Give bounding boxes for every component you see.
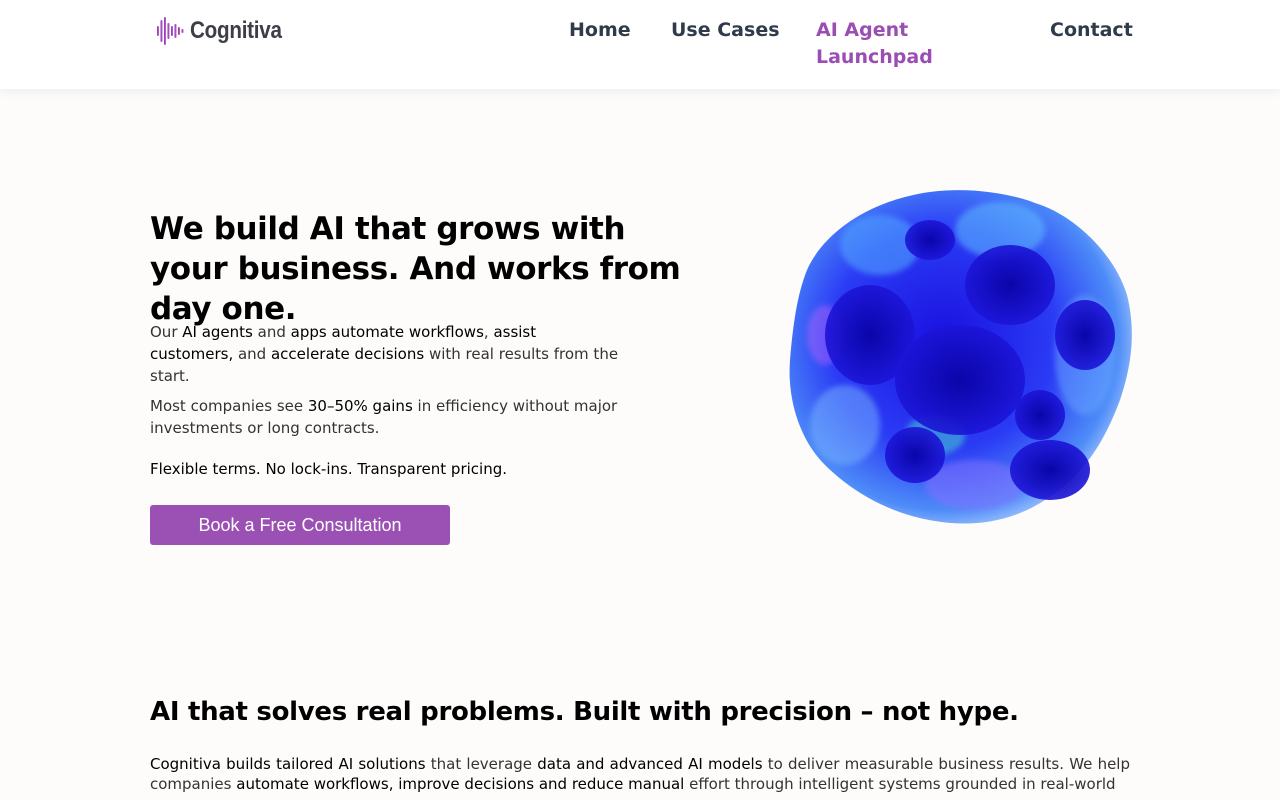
brand-name: Cognitiva: [190, 17, 282, 44]
text-fragment: Most companies see: [150, 397, 308, 415]
abstract-blue-blob-image: [789, 190, 1132, 524]
nav-contact[interactable]: Contact: [1050, 17, 1133, 44]
hero-terms-text: Flexible terms. No lock-ins. Transparent…: [150, 460, 507, 478]
highlight-data-models: data and advanced AI models: [537, 755, 763, 773]
sound-wave-icon: [157, 17, 184, 45]
highlight-accelerate: accelerate decisions: [270, 345, 425, 363]
highlight-gains: 30–50% gains: [307, 397, 413, 415]
highlight-ai-agents: AI agents: [182, 323, 253, 341]
text-fragment: and: [233, 345, 271, 363]
text-fragment: that leverage: [425, 755, 538, 773]
nav-ai-agent-launchpad[interactable]: AI Agent Launchpad: [816, 17, 956, 71]
hero-title: We build AI that grows with your busines…: [150, 211, 681, 327]
site-header: Cognitiva Home Use Cases AI Agent Launch…: [0, 0, 1280, 89]
hero-intro-text: Our AI agents and apps automate workflow…: [150, 321, 620, 387]
nav-home[interactable]: Home: [569, 17, 631, 44]
highlight-automate: apps automate workflows: [290, 323, 484, 341]
hero-gains-text: Most companies see 30–50% gains in effic…: [150, 395, 620, 439]
text-fragment: effort through intelligent systems groun…: [684, 775, 1116, 793]
brand-logo[interactable]: Cognitiva: [156, 17, 297, 45]
section-body-text: Cognitiva builds tailored AI solutions t…: [150, 754, 1130, 794]
section-title: AI that solves real problems. Built with…: [150, 697, 1019, 727]
text-fragment: Our: [150, 323, 183, 341]
highlight-tailored: Cognitiva builds tailored AI solutions: [150, 755, 426, 773]
nav-use-cases[interactable]: Use Cases: [671, 17, 780, 44]
highlight-automate-workflows: automate workflows, improve decisions an…: [236, 775, 685, 793]
text-fragment: ,: [483, 323, 494, 341]
book-consultation-button[interactable]: Book a Free Consultation: [150, 505, 450, 545]
text-fragment: and: [252, 323, 291, 341]
